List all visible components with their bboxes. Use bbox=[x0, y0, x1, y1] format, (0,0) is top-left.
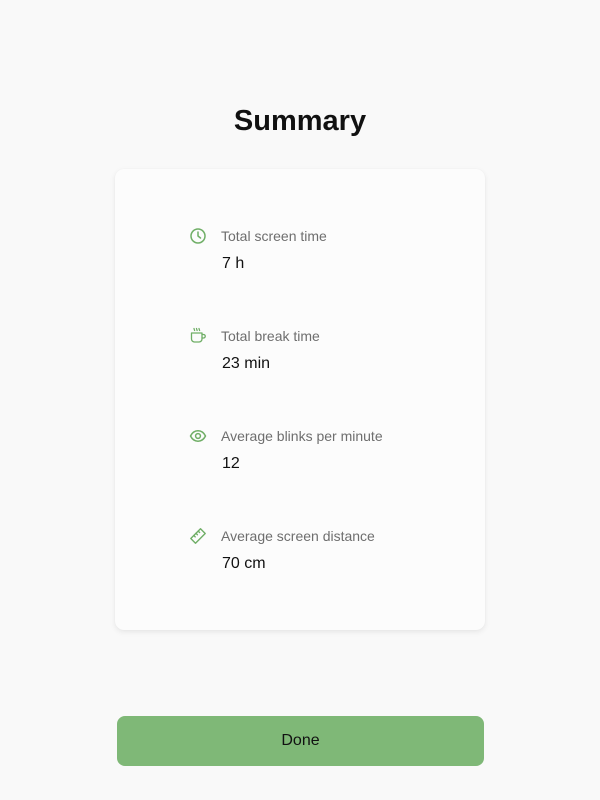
stat-label: Total break time bbox=[221, 328, 320, 344]
stat-label: Total screen time bbox=[221, 228, 327, 244]
stat-value: 7 h bbox=[222, 255, 245, 272]
page-title: Summary bbox=[233, 105, 367, 137]
clock-icon bbox=[189, 227, 207, 245]
eye-icon bbox=[189, 427, 207, 445]
stat-value: 12 bbox=[222, 455, 240, 472]
stat-value: 70 cm bbox=[222, 555, 266, 572]
done-button[interactable]: Done bbox=[117, 716, 484, 766]
ruler-icon bbox=[189, 527, 207, 545]
stat-value: 23 min bbox=[222, 355, 271, 372]
stat-label: Average screen distance bbox=[221, 528, 375, 544]
summary-card: Total screen time 7 h Total break time 2… bbox=[115, 169, 485, 630]
coffee-cup-icon bbox=[189, 327, 207, 345]
stat-label: Average blinks per minute bbox=[221, 428, 383, 444]
